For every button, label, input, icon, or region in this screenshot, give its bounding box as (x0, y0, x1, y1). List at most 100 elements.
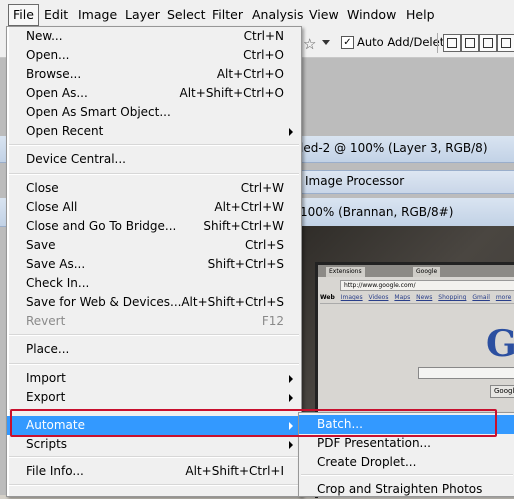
submenu-arrow-icon (289, 394, 293, 402)
menu-item-label: Save for Web & Devices... (26, 295, 182, 309)
options-divider (437, 33, 438, 53)
menu-item-shortcut: Alt+Shift+Ctrl+I (185, 464, 284, 478)
path-mode-2-icon[interactable] (461, 34, 479, 52)
menu-item-label: Close All (26, 200, 78, 214)
menu-item-close-all[interactable]: Close All Alt+Ctrl+W (7, 198, 301, 217)
path-mode-3-icon[interactable] (479, 34, 497, 52)
menu-item-close-go-to-bridge[interactable]: Close and Go To Bridge... Shift+Ctrl+W (7, 217, 301, 236)
menu-separator (9, 484, 299, 486)
nav-link: Maps (394, 294, 411, 301)
menu-item-shortcut: Ctrl+S (244, 238, 284, 252)
menu-separator (9, 173, 299, 175)
menu-item-label: Browse... (26, 67, 82, 81)
submenu-arrow-icon (289, 128, 293, 136)
menu-item-label: Close and Go To Bridge... (26, 219, 177, 233)
menu-item-label: New... (26, 29, 63, 43)
menu-filter[interactable]: Filter (208, 5, 247, 25)
shape-star-icon[interactable]: ☆ (303, 35, 316, 53)
menu-window[interactable]: Window (343, 5, 400, 25)
menu-item-label: Check In... (26, 276, 90, 290)
menu-item-open-smart-object[interactable]: Open As Smart Object... (7, 103, 301, 122)
menu-item-save-as[interactable]: Save As... Shift+Ctrl+S (7, 255, 301, 274)
nav-link: Shopping (438, 294, 467, 301)
google-search-button: Google (490, 385, 514, 398)
menu-item-shortcut: Shift+Ctrl+S (207, 257, 284, 271)
submenu-item-label: Crop and Straighten Photos (317, 482, 483, 496)
browser-tab-2: Google (413, 267, 441, 277)
nav-link: News (416, 294, 433, 301)
menu-item-label: Scripts (26, 437, 68, 451)
menu-item-shortcut: Ctrl+O (243, 48, 284, 62)
menu-item-label: Save As... (26, 257, 86, 271)
menu-item-revert: Revert F12 (7, 312, 301, 331)
menu-item-close[interactable]: Close Ctrl+W (7, 179, 301, 198)
menu-item-new[interactable]: New... Ctrl+N (7, 27, 301, 46)
image-processor-title: Image Processor (305, 174, 405, 188)
path-mode-1-icon[interactable] (443, 34, 461, 52)
browser-tabstrip: Extensions Google (318, 265, 514, 277)
menu-item-label: Export (26, 390, 66, 404)
menu-item-shortcut: F12 (261, 314, 284, 328)
submenu-arrow-icon (289, 375, 293, 383)
menu-file[interactable]: File (8, 4, 39, 26)
menu-item-file-info[interactable]: File Info... Alt+Shift+Ctrl+I (7, 462, 301, 481)
nav-link: Gmail (472, 294, 490, 301)
menu-item-label: File Info... (26, 464, 84, 478)
nav-link: more (495, 294, 512, 301)
menu-item-label: Revert (26, 314, 66, 328)
menu-item-check-in[interactable]: Check In... (7, 274, 301, 293)
menu-analysis[interactable]: Analysis (248, 5, 308, 25)
menu-separator (9, 363, 299, 365)
nav-link: Images (340, 294, 363, 301)
menu-item-export[interactable]: Export (7, 388, 301, 407)
menu-select[interactable]: Select (163, 5, 210, 25)
menu-item-shortcut: Alt+Ctrl+O (216, 67, 284, 81)
browser-tab-1: Extensions (326, 267, 365, 277)
menu-item-open-recent[interactable]: Open Recent (7, 122, 301, 141)
menu-item-label: Open As Smart Object... (26, 105, 171, 119)
menu-help[interactable]: Help (402, 5, 439, 25)
menu-edit[interactable]: Edit (40, 5, 72, 25)
menu-item-device-central[interactable]: Device Central... (7, 150, 301, 169)
menu-item-label: Close (26, 181, 59, 195)
menu-item-label: Open... (26, 48, 70, 62)
menu-item-import[interactable]: Import (7, 369, 301, 388)
menu-item-shortcut: Shift+Ctrl+W (203, 219, 284, 233)
menu-item-shortcut: Alt+Shift+Ctrl+S (181, 295, 284, 309)
submenu-item-create-droplet[interactable]: Create Droplet... (299, 453, 514, 472)
menu-item-open-as[interactable]: Open As... Alt+Shift+Ctrl+O (7, 84, 301, 103)
menu-item-shortcut: Ctrl+N (243, 29, 284, 43)
nav-web: Web (320, 294, 335, 301)
submenu-item-crop-straighten[interactable]: Crop and Straighten Photos (299, 480, 514, 499)
menu-separator (9, 144, 299, 146)
menu-separator (9, 456, 299, 458)
chevron-down-icon[interactable] (322, 40, 330, 45)
menu-item-scripts[interactable]: Scripts (7, 435, 301, 454)
menu-item-browse[interactable]: Browse... Alt+Ctrl+O (7, 65, 301, 84)
submenu-arrow-icon (289, 441, 293, 449)
menu-image[interactable]: Image (74, 5, 121, 25)
browser-url: http://www.google.com/ (340, 280, 514, 291)
menu-item-open[interactable]: Open... Ctrl+O (7, 46, 301, 65)
path-mode-4-icon[interactable] (497, 34, 514, 52)
document-2-title: 100% (Brannan, RGB/8#) (300, 205, 454, 219)
google-logo: G (486, 323, 514, 365)
menu-item-shortcut: Alt+Shift+Ctrl+O (179, 86, 284, 100)
annotation-highlight-box (10, 409, 497, 437)
submenu-item-label: Create Droplet... (317, 455, 417, 469)
menu-item-save[interactable]: Save Ctrl+S (7, 236, 301, 255)
auto-add-delete-checkbox[interactable]: ✓ (341, 36, 354, 49)
menu-item-shortcut: Ctrl+W (240, 181, 284, 195)
menu-item-label: Device Central... (26, 152, 126, 166)
image-processor-window[interactable]: Image Processor (300, 170, 514, 194)
menu-item-label: Import (26, 371, 66, 385)
menu-item-place[interactable]: Place... (7, 340, 301, 359)
menu-item-label: Place... (26, 342, 70, 356)
menu-separator (9, 334, 299, 336)
menu-item-save-for-web[interactable]: Save for Web & Devices... Alt+Shift+Ctrl… (7, 293, 301, 312)
google-search-box (418, 367, 514, 379)
menu-item-label: Open Recent (26, 124, 104, 138)
nav-link: Videos (368, 294, 389, 301)
menu-layer[interactable]: Layer (121, 5, 164, 25)
menu-view[interactable]: View (305, 5, 343, 25)
